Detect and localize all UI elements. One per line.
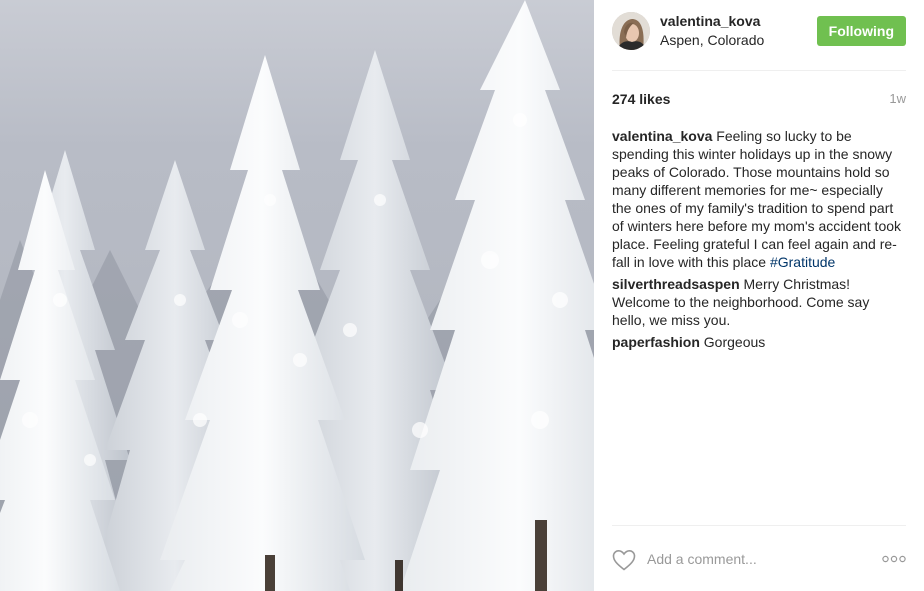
comment-author[interactable]: paperfashion (612, 334, 700, 350)
caption: valentina_kova Feeling so lucky to be sp… (612, 127, 906, 271)
likes-count[interactable]: 274 likes (612, 91, 670, 107)
comment-item: silverthreadsaspen Merry Christmas! Welc… (612, 275, 906, 329)
instagram-post: valentina_kova Aspen, Colorado Following… (0, 0, 924, 591)
avatar[interactable] (612, 12, 650, 50)
header-divider (612, 70, 906, 71)
add-comment-bar (612, 540, 906, 578)
post-sidebar: valentina_kova Aspen, Colorado Following… (594, 0, 924, 591)
comment-item: paperfashion Gorgeous (612, 333, 906, 351)
comment-list: valentina_kova Feeling so lucky to be sp… (612, 127, 906, 355)
author-location[interactable]: Aspen, Colorado (660, 32, 764, 48)
comment-text: Gorgeous (703, 334, 766, 350)
post-photo[interactable] (0, 0, 594, 591)
comment-author[interactable]: silverthreadsaspen (612, 276, 740, 292)
post-header: valentina_kova Aspen, Colorado Following (612, 12, 906, 52)
caption-author[interactable]: valentina_kova (612, 128, 712, 144)
avatar-image (612, 12, 650, 50)
author-username[interactable]: valentina_kova (660, 13, 760, 29)
comment-input[interactable] (647, 548, 867, 570)
caption-hashtag[interactable]: #Gratitude (770, 254, 835, 270)
following-button[interactable]: Following (816, 16, 906, 46)
more-options-icon[interactable] (882, 553, 906, 565)
post-timestamp[interactable]: 1w (889, 91, 906, 106)
heart-icon[interactable] (612, 549, 636, 571)
snowy-trees-image (0, 0, 594, 591)
footer-divider (612, 525, 906, 526)
caption-text: Feeling so lucky to be spending this win… (612, 128, 902, 270)
